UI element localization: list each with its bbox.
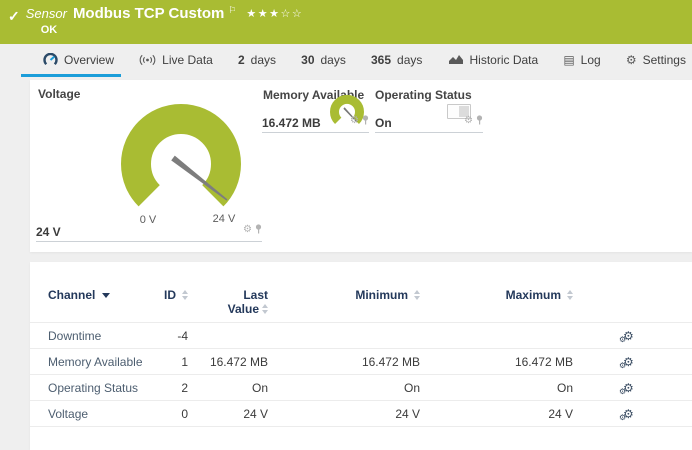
pin-icon[interactable] xyxy=(255,221,262,239)
stars-empty: ☆☆ xyxy=(281,8,304,20)
gauge-settings-gear-icon[interactable]: ⚙ xyxy=(350,116,359,126)
live-signal-icon xyxy=(139,54,156,66)
channel-last-value: On xyxy=(188,381,268,395)
tab-label: Log xyxy=(581,53,601,67)
tab-label: Overview xyxy=(64,53,114,67)
channel-name: Memory Available xyxy=(48,355,163,369)
column-header-id[interactable]: ID xyxy=(163,288,188,302)
channel-minimum: On xyxy=(268,381,420,395)
bar-chart-icon xyxy=(448,54,464,65)
table-row-voltage[interactable]: Voltage 0 24 V 24 V 24 V ⚙⚙ xyxy=(30,401,692,427)
channel-settings-icon[interactable]: ⚙⚙ xyxy=(623,408,634,420)
status-badge: OK xyxy=(41,24,304,36)
voltage-gauge-title: Voltage xyxy=(38,87,80,101)
gauge-icon xyxy=(43,53,58,66)
sensor-header: ✓ Sensor Modbus TCP Custom ⚐ ★★★☆☆ OK xyxy=(0,0,692,44)
channel-table-panel: Channel ID Last Value Minimum Maximum Do… xyxy=(30,262,692,450)
gauges-panel: Voltage 0 V 24 V 24 V ⚙ Memory Available… xyxy=(30,80,692,252)
sensor-overview-page: ✓ Sensor Modbus TCP Custom ⚐ ★★★☆☆ OK Ov… xyxy=(0,0,692,450)
column-header-maximum[interactable]: Maximum xyxy=(420,288,573,302)
channel-settings-icon[interactable]: ⚙⚙ xyxy=(623,382,634,394)
tab-live-data[interactable]: Live Data xyxy=(139,50,213,74)
tab-365-days[interactable]: 365 days xyxy=(371,50,422,74)
tab-label: days xyxy=(397,53,422,67)
voltage-value: 24 V xyxy=(36,225,61,239)
tab-label: Settings xyxy=(643,53,686,67)
channel-maximum: On xyxy=(420,381,573,395)
sensor-title-block: Sensor Modbus TCP Custom ⚐ ★★★☆☆ OK xyxy=(26,5,304,36)
sensor-title: Modbus TCP Custom xyxy=(73,5,224,22)
tab-30-days[interactable]: 30 days xyxy=(301,50,346,74)
column-header-minimum[interactable]: Minimum xyxy=(268,288,420,302)
sort-icon xyxy=(262,304,268,314)
gear-icon: ⚙ xyxy=(626,54,637,66)
channel-maximum: 24 V xyxy=(420,407,573,421)
stars-filled: ★★★ xyxy=(246,8,280,20)
pin-icon[interactable] xyxy=(476,112,483,130)
tab-number: 2 xyxy=(238,53,245,67)
gauge-settings-gear-icon[interactable]: ⚙ xyxy=(464,116,473,126)
table-row-operating-status[interactable]: Operating Status 2 On On On ⚙⚙ xyxy=(30,375,692,401)
tab-number: 30 xyxy=(301,53,314,67)
channel-minimum: 16.472 MB xyxy=(268,355,420,369)
gauge-settings-gear-icon[interactable]: ⚙ xyxy=(243,225,252,235)
pin-icon[interactable] xyxy=(362,112,369,130)
channel-id: 2 xyxy=(163,381,188,395)
voltage-gauge[interactable] xyxy=(106,100,256,220)
operating-status-footer: On ⚙ xyxy=(375,110,483,133)
channel-name: Voltage xyxy=(48,407,163,421)
memory-value: 16.472 MB xyxy=(262,116,321,130)
column-header-last-value[interactable]: Last Value xyxy=(188,288,268,316)
channel-settings-icon[interactable]: ⚙⚙ xyxy=(623,330,634,342)
tab-settings[interactable]: ⚙ Settings xyxy=(626,50,686,74)
tab-overview[interactable]: Overview xyxy=(43,50,114,74)
priority-stars[interactable]: ★★★☆☆ xyxy=(246,7,303,20)
channel-name: Downtime xyxy=(48,329,163,343)
table-row-downtime[interactable]: Downtime -4 ⚙⚙ xyxy=(30,323,692,349)
channel-last-value: 24 V xyxy=(188,407,268,421)
voltage-gauge-footer: 24 V ⚙ xyxy=(36,218,262,242)
tab-label: Historic Data xyxy=(470,53,539,67)
column-header-channel[interactable]: Channel xyxy=(48,288,163,302)
operating-status-value: On xyxy=(375,116,392,130)
channel-minimum: 24 V xyxy=(268,407,420,421)
tab-label: days xyxy=(321,53,346,67)
tab-label: days xyxy=(251,53,276,67)
tab-historic-data[interactable]: Historic Data xyxy=(448,50,539,74)
tab-bar: Overview Live Data 2 days 30 days 365 da… xyxy=(30,50,692,74)
channel-id: 1 xyxy=(163,355,188,369)
channel-table-header: Channel ID Last Value Minimum Maximum xyxy=(30,288,692,323)
channel-id: 0 xyxy=(163,407,188,421)
object-kind-label: Sensor xyxy=(26,6,67,21)
operating-status-title: Operating Status xyxy=(375,88,472,102)
flag-icon[interactable]: ⚐ xyxy=(228,5,236,16)
channel-last-value: 16.472 MB xyxy=(188,355,268,369)
memory-gauge-footer: 16.472 MB ⚙ xyxy=(262,110,369,133)
sort-desc-icon xyxy=(102,293,110,298)
tab-label: Live Data xyxy=(162,53,213,67)
channel-id: -4 xyxy=(163,329,188,343)
tab-2-days[interactable]: 2 days xyxy=(238,50,276,74)
channel-settings-icon[interactable]: ⚙⚙ xyxy=(623,356,634,368)
sort-icon xyxy=(567,290,573,300)
table-row-memory-available[interactable]: Memory Available 1 16.472 MB 16.472 MB 1… xyxy=(30,349,692,375)
log-icon: ▤ xyxy=(563,54,574,66)
channel-maximum: 16.472 MB xyxy=(420,355,573,369)
status-ok-check-icon: ✓ xyxy=(8,8,20,25)
tab-log[interactable]: ▤ Log xyxy=(563,50,600,74)
tab-number: 365 xyxy=(371,53,391,67)
channel-name: Operating Status xyxy=(48,381,163,395)
